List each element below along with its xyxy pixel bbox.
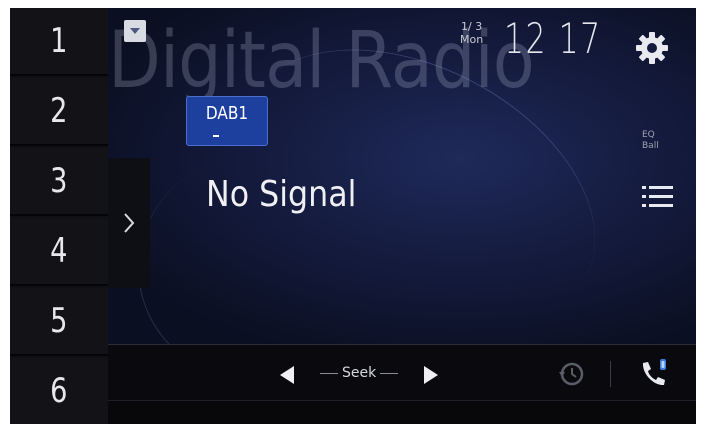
head-unit-screen: 1 2 3 4 5 6 Digital Radio DAB1 No Signal…	[10, 8, 696, 424]
main-display: Digital Radio DAB1 No Signal 1/ 3 Mon 12…	[108, 8, 696, 344]
preset-6-button[interactable]: 6	[10, 358, 108, 424]
seek-back-button[interactable]	[278, 365, 296, 389]
date-weekday: Mon	[460, 33, 484, 46]
station-status: No Signal	[206, 174, 357, 215]
band-badge[interactable]: DAB1	[186, 96, 268, 146]
control-divider	[610, 361, 611, 387]
eq-indicator: EQ Ball	[642, 130, 659, 152]
preset-2-label: 2	[50, 91, 68, 131]
chevron-down-icon	[130, 28, 140, 34]
phone-button[interactable]	[636, 357, 670, 391]
bottom-strip	[108, 400, 696, 424]
chevron-right-icon	[124, 213, 135, 233]
preset-column: 1 2 3 4 5 6	[10, 8, 108, 424]
gear-icon	[636, 32, 668, 64]
triangle-right-icon	[424, 366, 438, 384]
history-button[interactable]	[556, 359, 586, 389]
eq-value: Ball	[642, 141, 659, 151]
preset-4-label: 4	[50, 231, 68, 271]
list-button[interactable]	[642, 184, 674, 210]
seek-label-group: Seek	[316, 365, 402, 381]
preset-3-button[interactable]: 3	[10, 148, 108, 216]
preset-6-label: 6	[50, 371, 68, 411]
source-watermark: Digital Radio	[108, 16, 535, 106]
preset-1-label: 1	[50, 21, 68, 61]
band-label: DAB1	[205, 103, 249, 124]
side-panel-button[interactable]	[108, 158, 150, 288]
preset-3-label: 3	[50, 161, 68, 201]
triangle-left-icon	[280, 366, 294, 384]
preset-2-button[interactable]: 2	[10, 78, 108, 146]
clock: 12 17	[504, 14, 602, 63]
preset-5-button[interactable]: 5	[10, 288, 108, 356]
preset-1-button[interactable]: 1	[10, 8, 108, 76]
band-indicator	[213, 135, 219, 137]
phone-icon	[642, 359, 666, 386]
settings-button[interactable]	[632, 28, 672, 68]
date-display: 1/ 3 Mon	[460, 20, 483, 46]
preset-4-button[interactable]: 4	[10, 218, 108, 286]
source-dropdown-button[interactable]	[124, 20, 146, 42]
history-icon	[559, 362, 584, 386]
seek-forward-button[interactable]	[422, 365, 440, 389]
date-fraction: 1/ 3	[461, 20, 483, 33]
seek-label: Seek	[342, 365, 377, 381]
eq-label: EQ	[642, 130, 655, 140]
preset-5-label: 5	[50, 301, 68, 341]
control-bar: Seek	[108, 344, 696, 400]
